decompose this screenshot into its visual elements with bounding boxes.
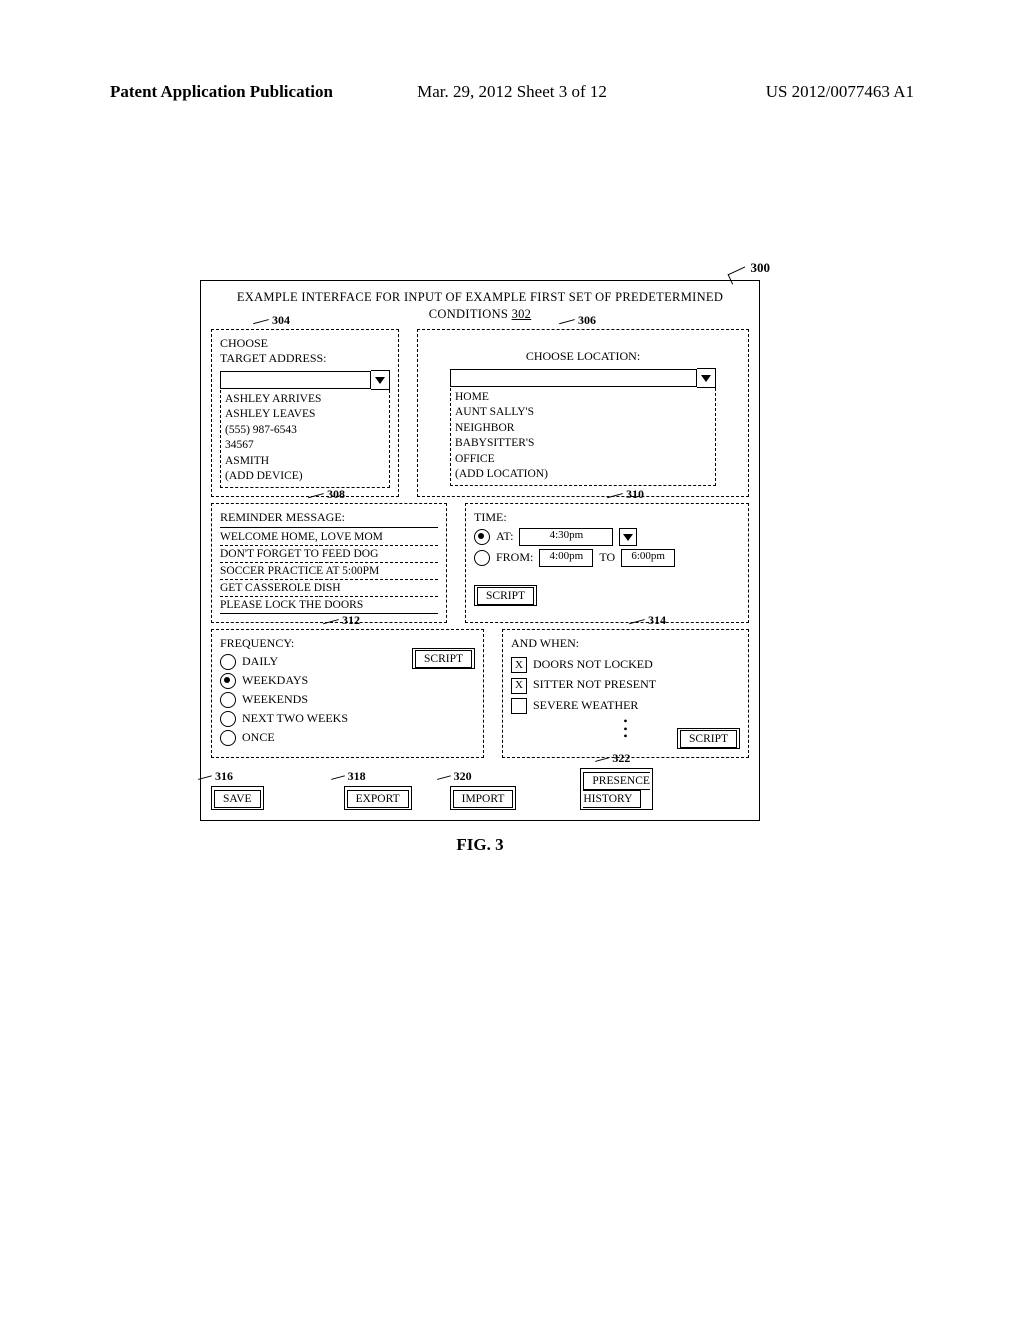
script-button[interactable]: SCRIPT	[677, 728, 740, 749]
checkbox-icon[interactable]: X	[511, 657, 527, 673]
list-item[interactable]: (ADD LOCATION)	[455, 467, 711, 483]
list-item[interactable]: DON'T FORGET TO FEED DOG	[220, 546, 438, 563]
figure-3: 300 EXAMPLE INTERFACE FOR INPUT OF EXAMP…	[200, 280, 760, 855]
ref-310: 310	[626, 487, 644, 502]
list-item[interactable]: PLEASE LOCK THE DOORS	[220, 597, 438, 614]
ref-308: 308	[327, 487, 345, 502]
freq-weekends[interactable]: WEEKENDS	[220, 692, 475, 708]
page-header: Patent Application Publication Mar. 29, …	[110, 82, 914, 102]
ref-306: 306	[578, 313, 596, 328]
checkbox-icon[interactable]	[511, 698, 527, 714]
time-at-row[interactable]: AT: 4:30pm	[474, 528, 740, 546]
list-item[interactable]: BABYSITTER'S	[455, 436, 711, 452]
header-right: US 2012/0077463 A1	[766, 82, 914, 102]
radio-from[interactable]	[474, 550, 490, 566]
list-item[interactable]: (555) 987-6543	[225, 423, 385, 439]
label-from: FROM:	[496, 550, 533, 565]
location-options[interactable]: HOME AUNT SALLY'S NEIGHBOR BABYSITTER'S …	[450, 388, 716, 486]
ref-314: 314	[648, 613, 666, 628]
radio-icon[interactable]	[220, 654, 236, 670]
figure-caption: FIG. 3	[200, 835, 760, 855]
ref-300: 300	[751, 260, 771, 276]
target-address-options[interactable]: ASHLEY ARRIVES ASHLEY LEAVES (555) 987-6…	[220, 390, 390, 488]
chk-sitter[interactable]: XSITTER NOT PRESENT	[511, 677, 740, 694]
script-button[interactable]: SCRIPT	[412, 648, 475, 669]
radio-icon[interactable]	[220, 730, 236, 746]
to-time-input[interactable]: 6:00pm	[621, 549, 675, 567]
list-item[interactable]: OFFICE	[455, 452, 711, 468]
list-item[interactable]: AUNT SALLY'S	[455, 405, 711, 421]
list-item[interactable]: HOME	[455, 390, 711, 406]
panel-frequency: 312 FREQUENCY: DAILY WEEKDAYS WEEKENDS N…	[211, 629, 484, 758]
chevron-down-icon[interactable]	[619, 528, 637, 546]
interface-title: EXAMPLE INTERFACE FOR INPUT OF EXAMPLE F…	[211, 289, 749, 323]
freq-next-two-weeks[interactable]: NEXT TWO WEEKS	[220, 711, 475, 727]
ref-322: 322	[612, 751, 630, 766]
panel-reminder-message: 308 REMINDER MESSAGE: WELCOME HOME, LOVE…	[211, 503, 447, 623]
freq-weekdays[interactable]: WEEKDAYS	[220, 673, 475, 689]
location-dropdown[interactable]	[450, 368, 716, 388]
chevron-down-icon[interactable]	[697, 368, 716, 388]
location-input[interactable]	[450, 369, 697, 387]
list-item[interactable]: ASHLEY LEAVES	[225, 407, 385, 423]
chk-severe-weather[interactable]: SEVERE WEATHER	[511, 698, 740, 715]
ref-302: 302	[512, 307, 532, 321]
list-item[interactable]: NEIGHBOR	[455, 421, 711, 437]
label-and-when: AND WHEN:	[511, 636, 740, 651]
ref-318: 318	[348, 769, 366, 784]
panel-location: 306 CHOOSE LOCATION: HOME AUNT SALLY'S N…	[417, 329, 749, 497]
header-left: Patent Application Publication	[110, 82, 333, 102]
chevron-down-icon[interactable]	[371, 370, 390, 390]
list-item[interactable]: ASHLEY ARRIVES	[225, 392, 385, 408]
list-item[interactable]: WELCOME HOME, LOVE MOM	[220, 527, 438, 546]
ref-316: 316	[215, 769, 233, 784]
list-item[interactable]: GET CASSEROLE DISH	[220, 580, 438, 597]
from-time-input[interactable]: 4:00pm	[539, 549, 593, 567]
script-button[interactable]: SCRIPT	[474, 585, 537, 606]
save-button[interactable]: SAVE	[211, 786, 264, 810]
label-at: AT:	[496, 529, 513, 544]
ref-304: 304	[272, 313, 290, 328]
label-to: TO	[599, 550, 615, 565]
label-choose-location: CHOOSE LOCATION:	[426, 349, 740, 364]
list-item[interactable]: 34567	[225, 438, 385, 454]
ref-312: 312	[342, 613, 360, 628]
at-time-input[interactable]: 4:30pm	[519, 528, 613, 546]
ref-320: 320	[454, 769, 472, 784]
chk-doors[interactable]: XDOORS NOT LOCKED	[511, 657, 740, 674]
label-time: TIME:	[474, 510, 740, 525]
panel-time: 310 TIME: AT: 4:30pm FROM: 4:00pm TO 6:0…	[465, 503, 749, 623]
export-button[interactable]: EXPORT	[344, 786, 412, 810]
header-center: Mar. 29, 2012 Sheet 3 of 12	[417, 82, 607, 102]
radio-icon[interactable]	[220, 711, 236, 727]
radio-at[interactable]	[474, 529, 490, 545]
list-item[interactable]: (ADD DEVICE)	[225, 469, 385, 485]
list-item[interactable]: ASMITH	[225, 454, 385, 470]
radio-icon[interactable]	[220, 673, 236, 689]
radio-icon[interactable]	[220, 692, 236, 708]
import-button[interactable]: IMPORT	[450, 786, 517, 810]
label-choose-target: CHOOSE TARGET ADDRESS:	[220, 336, 390, 366]
time-from-row[interactable]: FROM: 4:00pm TO 6:00pm	[474, 549, 740, 567]
list-item[interactable]: SOCCER PRACTICE AT 5:00PM	[220, 563, 438, 580]
panel-and-when: 314 AND WHEN: XDOORS NOT LOCKED XSITTER …	[502, 629, 749, 758]
panel-target-address: 304 CHOOSE TARGET ADDRESS: ASHLEY ARRIVE…	[211, 329, 399, 497]
presence-history-button[interactable]: PRESENCE HISTORY	[580, 768, 653, 810]
reminder-messages[interactable]: WELCOME HOME, LOVE MOM DON'T FORGET TO F…	[220, 527, 438, 614]
target-address-dropdown[interactable]	[220, 370, 390, 390]
freq-once[interactable]: ONCE	[220, 730, 475, 746]
checkbox-icon[interactable]: X	[511, 678, 527, 694]
interface-box-300: EXAMPLE INTERFACE FOR INPUT OF EXAMPLE F…	[200, 280, 760, 821]
target-address-input[interactable]	[220, 371, 371, 389]
label-reminder: REMINDER MESSAGE:	[220, 510, 438, 525]
